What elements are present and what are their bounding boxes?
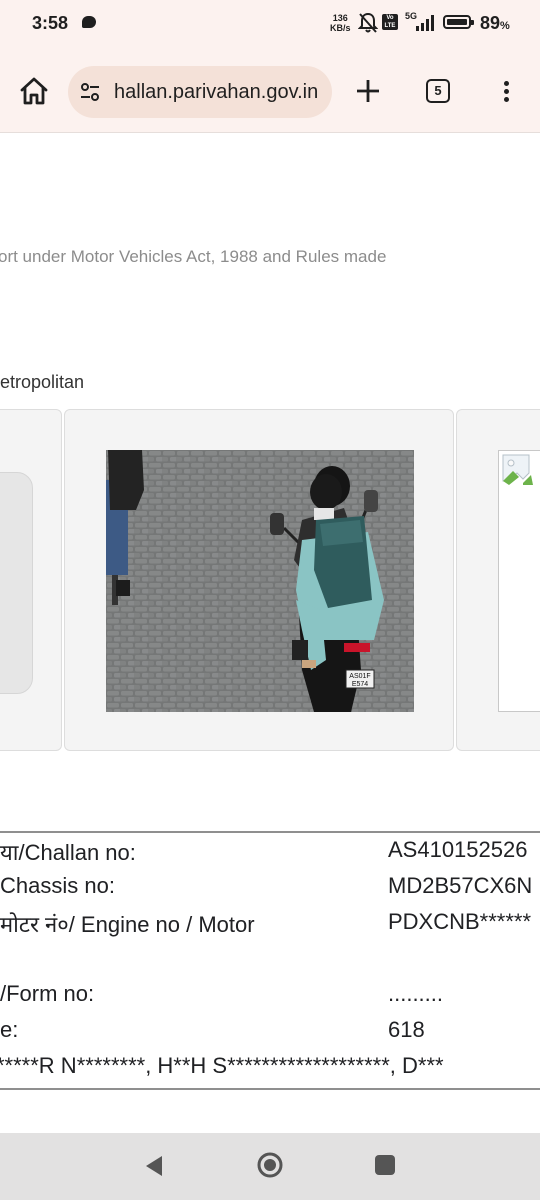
code-value: 618 <box>388 1017 425 1042</box>
plate-line-2: E574 <box>352 681 368 688</box>
address-bar[interactable]: hallan.parivahan.gov.in <box>68 66 332 118</box>
network-speed-unit: KB/s <box>330 23 351 33</box>
detail-row-challan: या/Challan no: AS410152526 <box>0 837 540 871</box>
detail-row-engine: मोटर नं०/ Engine no / Motor PDXCNB****** <box>0 909 540 943</box>
url-text[interactable]: hallan.parivahan.gov.in <box>114 81 318 104</box>
new-tab-icon[interactable] <box>354 77 382 105</box>
challan-label: या/Challan no: <box>0 840 136 865</box>
code-label: e: <box>0 1017 19 1042</box>
battery-percent: 89% <box>480 13 510 33</box>
carousel-card-current[interactable]: AS01F E574 <box>64 409 454 751</box>
detail-row-code: e: 618 <box>0 1017 540 1051</box>
detail-row-form: /Form no: ......... <box>0 981 540 1015</box>
bell-muted-icon <box>358 12 378 33</box>
browser-toolbar: hallan.parivahan.gov.in 5 <box>0 50 540 133</box>
battery-icon <box>443 15 474 29</box>
chassis-label: Chassis no: <box>0 873 115 898</box>
carousel-card-previous-image <box>0 472 33 694</box>
metropolitan-text: etropolitan <box>0 372 85 392</box>
details-bottom-divider <box>0 1088 540 1090</box>
tab-switcher-button[interactable]: 5 <box>426 79 450 103</box>
overflow-menu-icon[interactable] <box>496 78 516 106</box>
plate-line-1: AS01F <box>349 673 370 680</box>
network-speed: 136 KB/s <box>330 13 351 33</box>
chassis-value: MD2B57CX6N <box>388 873 533 898</box>
battery-fill <box>447 19 467 25</box>
owner-names-masked: *****R N********, H**H S****************… <box>0 1053 444 1078</box>
details-top-divider <box>0 831 540 833</box>
intro-text: ort under Motor Vehicles Act, 1988 and R… <box>0 247 387 266</box>
form-value: ......... <box>388 981 444 1006</box>
form-label: /Form no: <box>0 981 95 1006</box>
recent-apps-icon[interactable] <box>375 1155 395 1175</box>
system-nav-bar <box>0 1133 540 1200</box>
home-icon[interactable] <box>18 75 50 107</box>
chat-notification-icon <box>82 16 96 28</box>
engine-value: PDXCNB****** <box>388 909 532 934</box>
status-bar: 3:58 136 KB/s Vo LTE 5G 89% <box>0 0 540 50</box>
carousel-card-next[interactable] <box>456 409 540 751</box>
carousel-card-previous[interactable] <box>0 409 62 751</box>
site-settings-icon[interactable] <box>78 80 102 104</box>
back-icon[interactable] <box>142 1153 166 1179</box>
broken-image-placeholder <box>498 450 540 712</box>
volte-icon: Vo LTE <box>382 14 398 30</box>
network-speed-value: 136 <box>332 13 348 23</box>
broken-image-icon <box>502 454 533 485</box>
detail-row-chassis: Chassis no: MD2B57CX6N <box>0 873 540 907</box>
signal-icon <box>416 15 434 31</box>
challan-value: AS410152526 <box>388 837 528 862</box>
engine-label: मोटर नं०/ Engine no / Motor <box>0 912 255 937</box>
status-time: 3:58 <box>32 13 69 33</box>
violation-photo[interactable]: AS01F E574 <box>106 450 414 712</box>
page-content: ort under Motor Vehicles Act, 1988 and R… <box>0 133 540 1133</box>
home-nav-icon[interactable] <box>256 1151 284 1179</box>
